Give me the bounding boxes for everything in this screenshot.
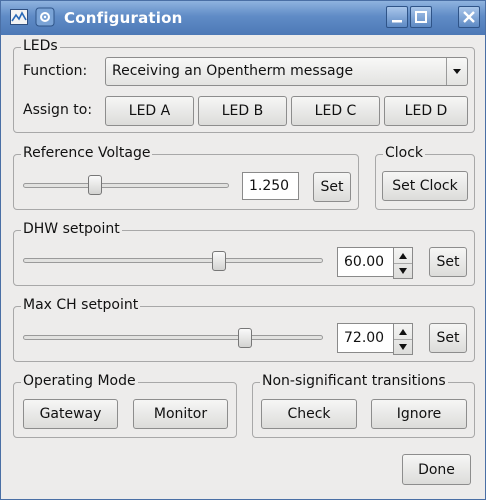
minimize-button[interactable] [386,6,408,28]
arrow-down-icon [399,343,407,350]
max-ch-setpoint-spin[interactable] [393,323,413,355]
arrow-up-icon [399,252,407,259]
reference-voltage-slider-handle[interactable] [88,175,102,195]
dhw-setpoint-spin[interactable] [393,247,413,279]
arrow-up-icon [399,328,407,335]
dhw-setpoint-slider[interactable] [23,258,323,263]
monitor-button[interactable]: Monitor [133,399,228,429]
title-bar[interactable]: Configuration [1,1,485,35]
gateway-button[interactable]: Gateway [23,399,118,429]
max-ch-setpoint-slider[interactable] [23,335,323,340]
arrow-down-icon [399,267,407,274]
led-a-button[interactable]: LED A [105,96,194,126]
clock-legend: Clock [383,145,426,161]
ignore-button[interactable]: Ignore [371,399,467,429]
combo-arrow[interactable] [446,58,467,85]
set-clock-button[interactable]: Set Clock [382,171,468,201]
reference-voltage-group [13,154,359,210]
transitions-legend: Non-significant transitions [260,373,448,389]
max-ch-setpoint-slider-handle[interactable] [238,328,252,348]
maximize-button[interactable] [410,6,432,28]
led-c-button[interactable]: LED C [291,96,380,126]
assign-label: Assign to: [23,102,93,118]
dhw-setpoint-slider-handle[interactable] [212,251,226,271]
reference-voltage-set-button[interactable]: Set [313,172,351,202]
max-ch-setpoint-legend: Max CH setpoint [21,297,141,313]
max-ch-decrement-button[interactable] [394,339,412,354]
dhw-setpoint-field[interactable]: 60.00 [337,247,394,277]
maximize-icon [415,11,427,23]
reference-voltage-field[interactable]: 1.250 [242,172,299,200]
close-button[interactable] [458,6,480,28]
led-d-button[interactable]: LED D [384,96,468,126]
app-icon[interactable] [9,7,29,27]
window-title: Configuration [64,9,183,27]
check-button[interactable]: Check [261,399,357,429]
done-button[interactable]: Done [402,454,471,485]
close-icon [463,11,475,23]
function-combo[interactable]: Receiving an Opentherm message [105,57,468,86]
dhw-setpoint-set-button[interactable]: Set [429,247,467,277]
minimize-icon [392,20,402,23]
window-menu-icon[interactable] [35,7,55,27]
dhw-increment-button[interactable] [394,248,412,264]
max-ch-setpoint-field[interactable]: 72.00 [337,323,394,353]
max-ch-setpoint-set-button[interactable]: Set [429,323,467,353]
max-ch-increment-button[interactable] [394,324,412,340]
dhw-setpoint-legend: DHW setpoint [21,221,122,237]
led-b-button[interactable]: LED B [198,96,287,126]
function-label: Function: [23,63,88,79]
configuration-window: Configuration LEDs Function: Receiving a… [0,0,486,500]
function-value: Receiving an Opentherm message [112,63,354,79]
operating-mode-legend: Operating Mode [21,373,138,389]
chevron-down-icon [453,69,461,74]
reference-voltage-slider[interactable] [23,183,229,188]
reference-voltage-legend: Reference Voltage [21,145,153,161]
dhw-decrement-button[interactable] [394,263,412,278]
leds-legend: LEDs [21,38,60,54]
